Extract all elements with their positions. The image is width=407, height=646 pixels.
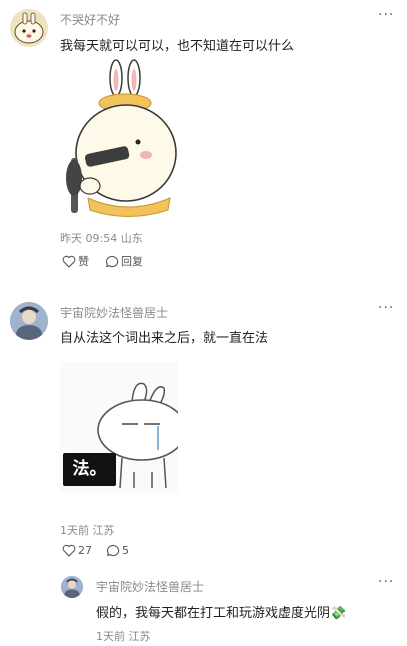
like-label: 赞	[78, 255, 89, 268]
sticker-caption-text: 法。	[72, 459, 107, 479]
reply-text: 假的，我每天都在打工和玩游戏虚度光阴💸	[96, 602, 346, 621]
heart-icon	[62, 544, 76, 557]
more-icon[interactable]: ···	[378, 300, 394, 316]
reply-button[interactable]: 回复	[105, 253, 143, 269]
money-emoji-icon: 💸	[330, 606, 347, 621]
reply-label: 回复	[121, 255, 143, 268]
reply-text-body: 假的，我每天都在打工和玩游戏虚度光阴	[96, 606, 331, 621]
comment-meta: 1天前 江苏	[60, 524, 115, 537]
reply-count: 5	[122, 544, 129, 557]
comment-text: 我每天就可以可以，也不知道在可以什么	[60, 39, 295, 54]
username[interactable]: 宇宙院妙法怪兽居士	[96, 578, 204, 595]
comment-bubble-icon	[105, 255, 119, 267]
avatar[interactable]	[10, 302, 48, 340]
more-icon[interactable]: ···	[378, 7, 394, 23]
avatar[interactable]	[61, 576, 83, 598]
sticker-caption: 法。	[63, 453, 116, 486]
reply-button[interactable]: 5	[106, 544, 129, 557]
username[interactable]: 宇宙院妙法怪兽居士	[60, 304, 168, 321]
heart-icon	[62, 255, 76, 268]
comment-item: 不哭好不好 ··· 我每天就可以可以，也不知道在可以什么 昨天 09:54 山东…	[0, 0, 407, 280]
username[interactable]: 不哭好不好	[60, 11, 120, 28]
comment-text: 自从法这个词出来之后，就一直在法	[60, 331, 269, 346]
avatar[interactable]	[10, 9, 48, 47]
sticker-image[interactable]	[58, 58, 183, 223]
like-button[interactable]: 赞	[62, 253, 89, 269]
comment-bubble-icon	[106, 544, 120, 557]
bunny-sticker-icon	[66, 59, 177, 217]
comment-meta: 昨天 09:54 山东	[60, 232, 143, 245]
more-icon[interactable]: ···	[378, 574, 394, 590]
like-count: 27	[78, 544, 92, 557]
avatar-cartoon-icon	[10, 9, 48, 47]
reply-meta: 1天前 江苏	[96, 630, 151, 643]
avatar-figure-icon	[61, 576, 83, 598]
sticker-image[interactable]: 法。	[60, 362, 178, 492]
avatar-figure-icon	[10, 302, 48, 340]
like-button[interactable]: 27	[62, 544, 92, 557]
